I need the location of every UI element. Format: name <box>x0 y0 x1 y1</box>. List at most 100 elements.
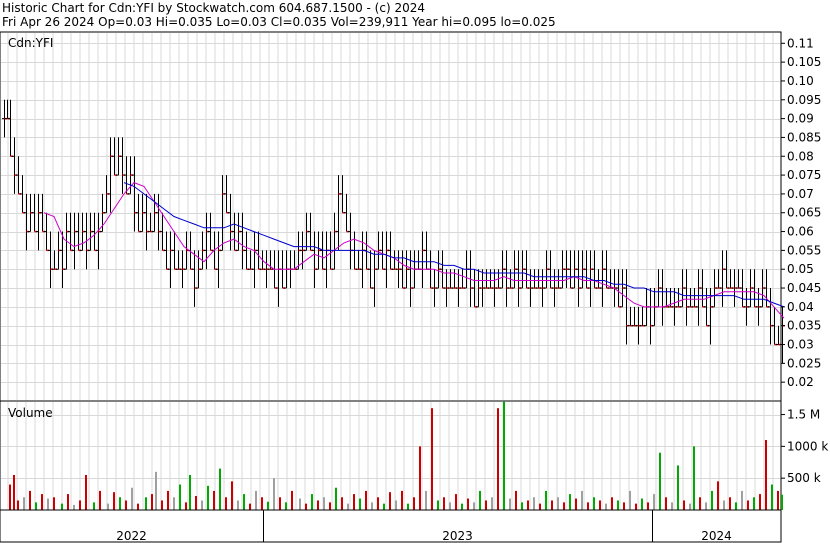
volume-bar <box>47 498 49 510</box>
volume-bar <box>449 502 451 510</box>
volume-bar <box>437 500 439 510</box>
volume-y-tick-label: 500 k <box>787 471 821 485</box>
volume-bar <box>593 497 595 510</box>
volume-bar <box>641 498 643 510</box>
volume-bar <box>683 500 685 510</box>
volume-bar <box>677 465 679 510</box>
volume-bar <box>225 497 227 510</box>
volume-bar <box>61 503 63 510</box>
volume-bar <box>341 497 343 510</box>
price-y-tick-label: 0.03 <box>787 338 814 352</box>
volume-bar <box>35 502 37 510</box>
volume-bar <box>99 490 101 510</box>
volume-bar <box>467 498 469 510</box>
volume-bar <box>161 500 163 510</box>
volume-bar <box>267 501 269 510</box>
volume-bar <box>527 500 529 510</box>
volume-bar <box>377 497 379 510</box>
volume-bar <box>509 498 511 510</box>
volume-bar <box>545 490 547 510</box>
volume-bar <box>207 485 209 510</box>
year-label: 2023 <box>442 529 473 543</box>
volume-bar <box>93 502 95 510</box>
price-y-tick-label: 0.065 <box>787 206 821 220</box>
price-y-tick-label: 0.02 <box>787 375 814 389</box>
volume-bar <box>155 471 157 510</box>
volume-bar <box>741 490 743 510</box>
price-y-tick-label: 0.095 <box>787 93 821 107</box>
volume-bar <box>587 502 589 510</box>
price-y-tick-label: 0.105 <box>787 55 821 69</box>
volume-bar <box>539 503 541 510</box>
volume-bar <box>575 498 577 510</box>
volume-bar <box>533 497 535 510</box>
volume-bar <box>237 500 239 510</box>
volume-bar <box>759 494 761 510</box>
volume-bar <box>611 497 613 510</box>
volume-bar <box>711 490 713 510</box>
volume-bar <box>729 497 731 510</box>
volume-bar <box>551 500 553 510</box>
volume-bar <box>119 497 121 510</box>
price-y-tick-label: 0.08 <box>787 149 814 163</box>
volume-bar <box>323 497 325 510</box>
volume-bar <box>317 500 319 510</box>
volume-bar <box>717 481 719 510</box>
volume-bar <box>771 484 773 510</box>
volume-y-tick-label: 1000 k <box>787 439 828 453</box>
volume-bar <box>9 484 11 510</box>
volume-bar <box>781 494 783 510</box>
volume-bar <box>689 503 691 510</box>
volume-bar <box>67 494 69 510</box>
price-panel-title: Cdn:YFI <box>8 36 53 50</box>
volume-bar <box>167 490 169 510</box>
volume-bar <box>29 490 31 510</box>
volume-bar <box>231 481 233 510</box>
volume-bar <box>179 484 181 510</box>
volume-bar <box>407 503 409 510</box>
volume-bar <box>557 497 559 510</box>
volume-bar <box>659 452 661 510</box>
volume-bar <box>485 500 487 510</box>
price-y-tick-label: 0.05 <box>787 262 814 276</box>
volume-y-tick-label: 1.5 M <box>787 408 820 422</box>
time-axis: 2022 2023 2024 <box>0 509 782 543</box>
volume-bar <box>723 500 725 510</box>
volume-bar <box>647 502 649 510</box>
price-y-axis: 0.11 0.105 0.10 0.095 0.09 0.085 0.08 0.075 0.07… <box>781 36 821 389</box>
volume-bar <box>125 500 127 510</box>
volume-bar <box>347 503 349 510</box>
volume-bar <box>249 503 251 510</box>
volume-bar <box>73 504 75 510</box>
volume-bar <box>765 440 767 510</box>
volume-bar <box>503 401 505 510</box>
volume-bar <box>401 490 403 510</box>
volume-bar <box>699 497 701 510</box>
price-y-tick-label: 0.09 <box>787 112 814 126</box>
volume-bar <box>305 503 307 510</box>
volume-bar <box>777 490 779 510</box>
volume-bar <box>383 503 385 510</box>
volume-bar <box>671 502 673 510</box>
volume-bar <box>359 498 361 510</box>
volume-bar <box>665 497 667 510</box>
volume-bar <box>491 497 493 510</box>
volume-bar <box>173 497 175 510</box>
price-y-tick-label: 0.06 <box>787 225 814 239</box>
volume-bar <box>273 478 275 510</box>
volume-bar <box>219 468 221 510</box>
volume-bar <box>243 494 245 510</box>
volume-bar <box>365 490 367 510</box>
price-y-tick-label: 0.11 <box>787 36 814 50</box>
price-y-tick-label: 0.035 <box>787 319 821 333</box>
volume-bar <box>753 497 755 510</box>
price-y-tick-label: 0.085 <box>787 130 821 144</box>
year-label: 2024 <box>701 529 732 543</box>
volume-bar <box>443 497 445 510</box>
price-y-tick-label: 0.045 <box>787 281 821 295</box>
year-label: 2022 <box>116 529 147 543</box>
volume-bar <box>605 503 607 510</box>
volume-bar <box>389 492 391 510</box>
volume-bar <box>113 492 115 510</box>
volume-bar <box>255 490 257 510</box>
